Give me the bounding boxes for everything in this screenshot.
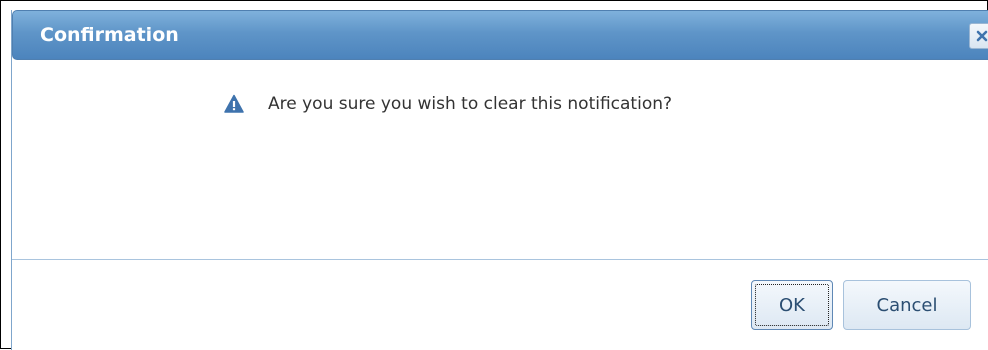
ok-button[interactable]: OK — [751, 280, 833, 330]
warning-icon — [224, 94, 244, 113]
cancel-button-label: Cancel — [876, 294, 938, 316]
screenshot-frame: Confirmation Are you sure you wish to cl… — [0, 0, 988, 350]
close-icon — [976, 30, 988, 42]
confirmation-message: Are you sure you wish to clear this noti… — [268, 94, 673, 114]
message-row: Are you sure you wish to clear this noti… — [224, 94, 672, 114]
dialog-titlebar[interactable]: Confirmation — [12, 10, 988, 60]
cancel-button[interactable]: Cancel — [843, 280, 971, 330]
dialog-title: Confirmation — [40, 24, 179, 46]
close-button[interactable] — [969, 23, 988, 49]
focus-ring — [755, 284, 829, 326]
confirmation-dialog: Confirmation Are you sure you wish to cl… — [11, 10, 988, 350]
button-area-divider — [12, 259, 988, 260]
